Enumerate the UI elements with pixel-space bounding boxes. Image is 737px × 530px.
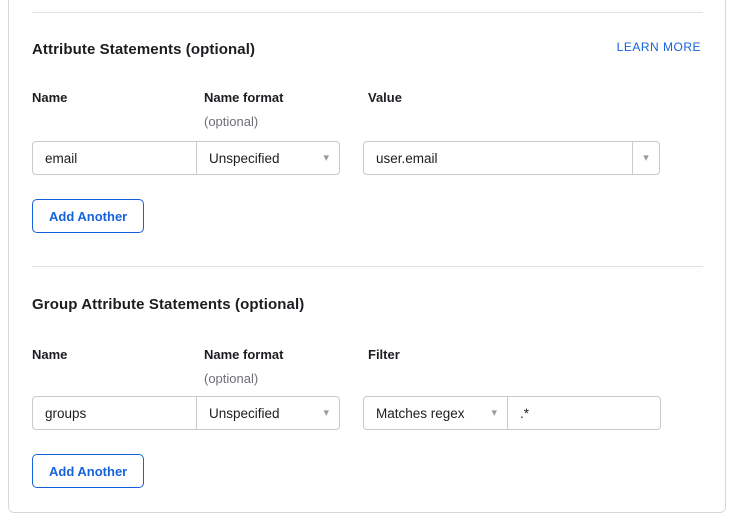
attr-name-format-optional-note: (optional)	[204, 114, 258, 129]
group-add-another-button[interactable]: Add Another	[32, 454, 144, 488]
learn-more-link[interactable]: LEARN MORE	[617, 40, 701, 54]
group-filter-type-selected-value: Matches regex	[376, 406, 465, 421]
group-filter-type-select[interactable]: Matches regex ▾	[363, 396, 508, 430]
saml-settings-card: Attribute Statements (optional) LEARN MO…	[8, 0, 726, 513]
attr-value-dropdown-button[interactable]: ▾	[632, 141, 660, 175]
attr-value-input[interactable]	[363, 141, 633, 175]
section-divider-middle	[32, 266, 703, 267]
group-name-input[interactable]	[32, 396, 197, 430]
attr-col-header-value: Value	[368, 90, 402, 105]
page: Attribute Statements (optional) LEARN MO…	[0, 0, 737, 530]
attr-col-header-name: Name	[32, 90, 67, 105]
group-col-header-name-format: Name format	[204, 347, 283, 362]
chevron-down-icon: ▾	[323, 408, 329, 419]
attribute-statements-title: Attribute Statements (optional)	[32, 41, 255, 58]
chevron-down-icon: ▾	[643, 153, 649, 164]
attr-add-another-button[interactable]: Add Another	[32, 199, 144, 233]
group-col-header-name: Name	[32, 347, 67, 362]
group-name-format-selected-value: Unspecified	[209, 406, 280, 421]
group-attribute-statements-title: Group Attribute Statements (optional)	[32, 296, 304, 313]
section-divider-top	[32, 12, 703, 13]
chevron-down-icon: ▾	[323, 153, 329, 164]
group-filter-value-input[interactable]	[507, 396, 661, 430]
attr-name-format-select[interactable]: Unspecified ▾	[196, 141, 340, 175]
group-col-header-filter: Filter	[368, 347, 400, 362]
chevron-down-icon: ▾	[491, 408, 497, 419]
attr-name-format-selected-value: Unspecified	[209, 151, 280, 166]
group-name-format-optional-note: (optional)	[204, 371, 258, 386]
attr-name-input[interactable]	[32, 141, 197, 175]
group-name-format-select[interactable]: Unspecified ▾	[196, 396, 340, 430]
attr-col-header-name-format: Name format	[204, 90, 283, 105]
